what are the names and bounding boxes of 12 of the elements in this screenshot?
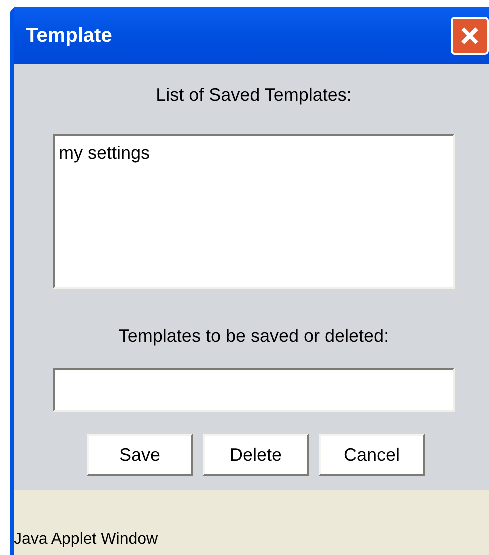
list-label: List of Saved Templates: [156, 84, 352, 107]
templates-list[interactable]: my settings [53, 134, 455, 289]
dialog-button[interactable]: Save [87, 434, 193, 476]
dialog-button[interactable]: Cancel [319, 434, 425, 476]
close-icon [459, 24, 481, 46]
template-name-field[interactable] [53, 368, 455, 412]
close-button[interactable] [451, 16, 489, 54]
window-title: Template [26, 24, 112, 48]
list-item[interactable]: my settings [59, 140, 150, 167]
field-label: Templates to be saved or deleted: [118, 325, 390, 348]
dialog-button[interactable]: Delete [203, 434, 309, 476]
status-text: Java Applet Window [14, 530, 158, 550]
